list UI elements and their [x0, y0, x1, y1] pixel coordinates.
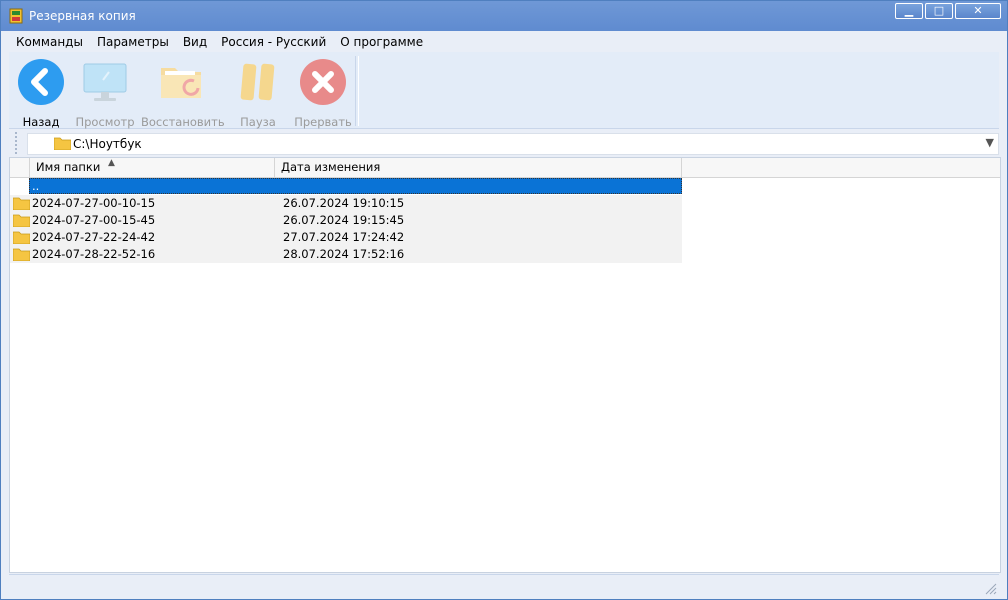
column-header-name[interactable]: Имя папки [30, 158, 275, 177]
row-name: 2024-07-27-00-15-45 [32, 213, 156, 227]
abort-label: Прервать [294, 115, 352, 129]
view-label: Просмотр [75, 115, 135, 129]
path-text: C:\Ноутбук [73, 137, 142, 151]
list-header: Имя папки ▲ Дата изменения [10, 158, 1000, 178]
menu-about[interactable]: О программе [333, 32, 430, 52]
restore-button[interactable]: Восстановить [141, 54, 225, 129]
maximize-button[interactable]: □ [925, 3, 953, 19]
folder-list[interactable]: Имя папки ▲ Дата изменения .. 2024-07-27… [9, 157, 1001, 573]
close-button[interactable]: ✕ [955, 3, 1001, 19]
folder-icon [13, 248, 30, 261]
dropdown-arrow-icon[interactable]: ▼ [986, 136, 994, 149]
column-header-date[interactable]: Дата изменения [275, 158, 682, 177]
column-header-icon [10, 158, 30, 177]
row-name: 2024-07-27-00-10-15 [32, 196, 156, 210]
table-row[interactable]: .. [10, 178, 682, 195]
row-date: 27.07.2024 17:24:42 [283, 230, 405, 244]
folder-icon [13, 214, 30, 227]
app-icon [9, 8, 23, 24]
view-button[interactable]: Просмотр [75, 54, 135, 129]
address-bar: C:\Ноутбук ▼ [9, 131, 999, 156]
folder-icon [13, 231, 30, 244]
table-row[interactable]: 2024-07-28-22-52-16 28.07.2024 17:52:16 [10, 246, 682, 263]
window-controls: ▁ □ ✕ [893, 3, 1001, 19]
column-header-name-label: Имя папки [36, 160, 101, 174]
menu-bar: Комманды Параметры Вид Россия - Русский … [9, 32, 999, 52]
column-header-date-label: Дата изменения [281, 160, 381, 174]
status-bar [9, 574, 999, 597]
row-date: 28.07.2024 17:52:16 [283, 247, 405, 261]
row-name: 2024-07-28-22-52-16 [32, 247, 156, 261]
toolbar-divider [355, 56, 359, 126]
row-name: .. [32, 179, 40, 193]
menu-commands[interactable]: Комманды [9, 32, 90, 52]
folder-restore-icon [161, 68, 201, 98]
toolbar-grip[interactable] [15, 132, 19, 154]
restore-label: Восстановить [141, 115, 225, 129]
pause-icon [240, 63, 275, 101]
pause-label: Пауза [240, 115, 276, 129]
abort-button[interactable]: Прервать [293, 54, 353, 129]
selection-highlight [29, 178, 682, 194]
row-date: 26.07.2024 19:10:15 [283, 196, 405, 210]
monitor-icon [83, 63, 127, 101]
minimize-button[interactable]: ▁ [895, 3, 923, 19]
row-name: 2024-07-27-22-24-42 [32, 230, 156, 244]
resize-grip-icon[interactable] [983, 581, 997, 595]
row-date: 26.07.2024 19:15:45 [283, 213, 405, 227]
pause-button[interactable]: Пауза [233, 54, 283, 129]
back-label: Назад [22, 115, 60, 129]
back-button[interactable]: Назад [15, 54, 67, 129]
back-arrow-icon [18, 59, 64, 105]
table-row[interactable]: 2024-07-27-00-10-15 26.07.2024 19:10:15 [10, 195, 682, 212]
path-combobox[interactable]: C:\Ноутбук ▼ [27, 133, 999, 155]
toolbar: Назад Просмотр Восстановить Пауза Прерва… [9, 52, 999, 129]
window-title: Резервная копия [29, 9, 136, 23]
table-row[interactable]: 2024-07-27-00-15-45 26.07.2024 19:15:45 [10, 212, 682, 229]
menu-view[interactable]: Вид [176, 32, 214, 52]
sort-ascending-icon: ▲ [108, 158, 115, 168]
abort-icon [300, 59, 346, 105]
title-bar[interactable]: Резервная копия ▁ □ ✕ [1, 1, 1007, 31]
menu-language[interactable]: Россия - Русский [214, 32, 333, 52]
folder-icon [54, 137, 71, 150]
folder-icon [13, 197, 30, 210]
table-row[interactable]: 2024-07-27-22-24-42 27.07.2024 17:24:42 [10, 229, 682, 246]
menu-parameters[interactable]: Параметры [90, 32, 176, 52]
app-window: Резервная копия ▁ □ ✕ Комманды Параметры… [0, 0, 1008, 600]
